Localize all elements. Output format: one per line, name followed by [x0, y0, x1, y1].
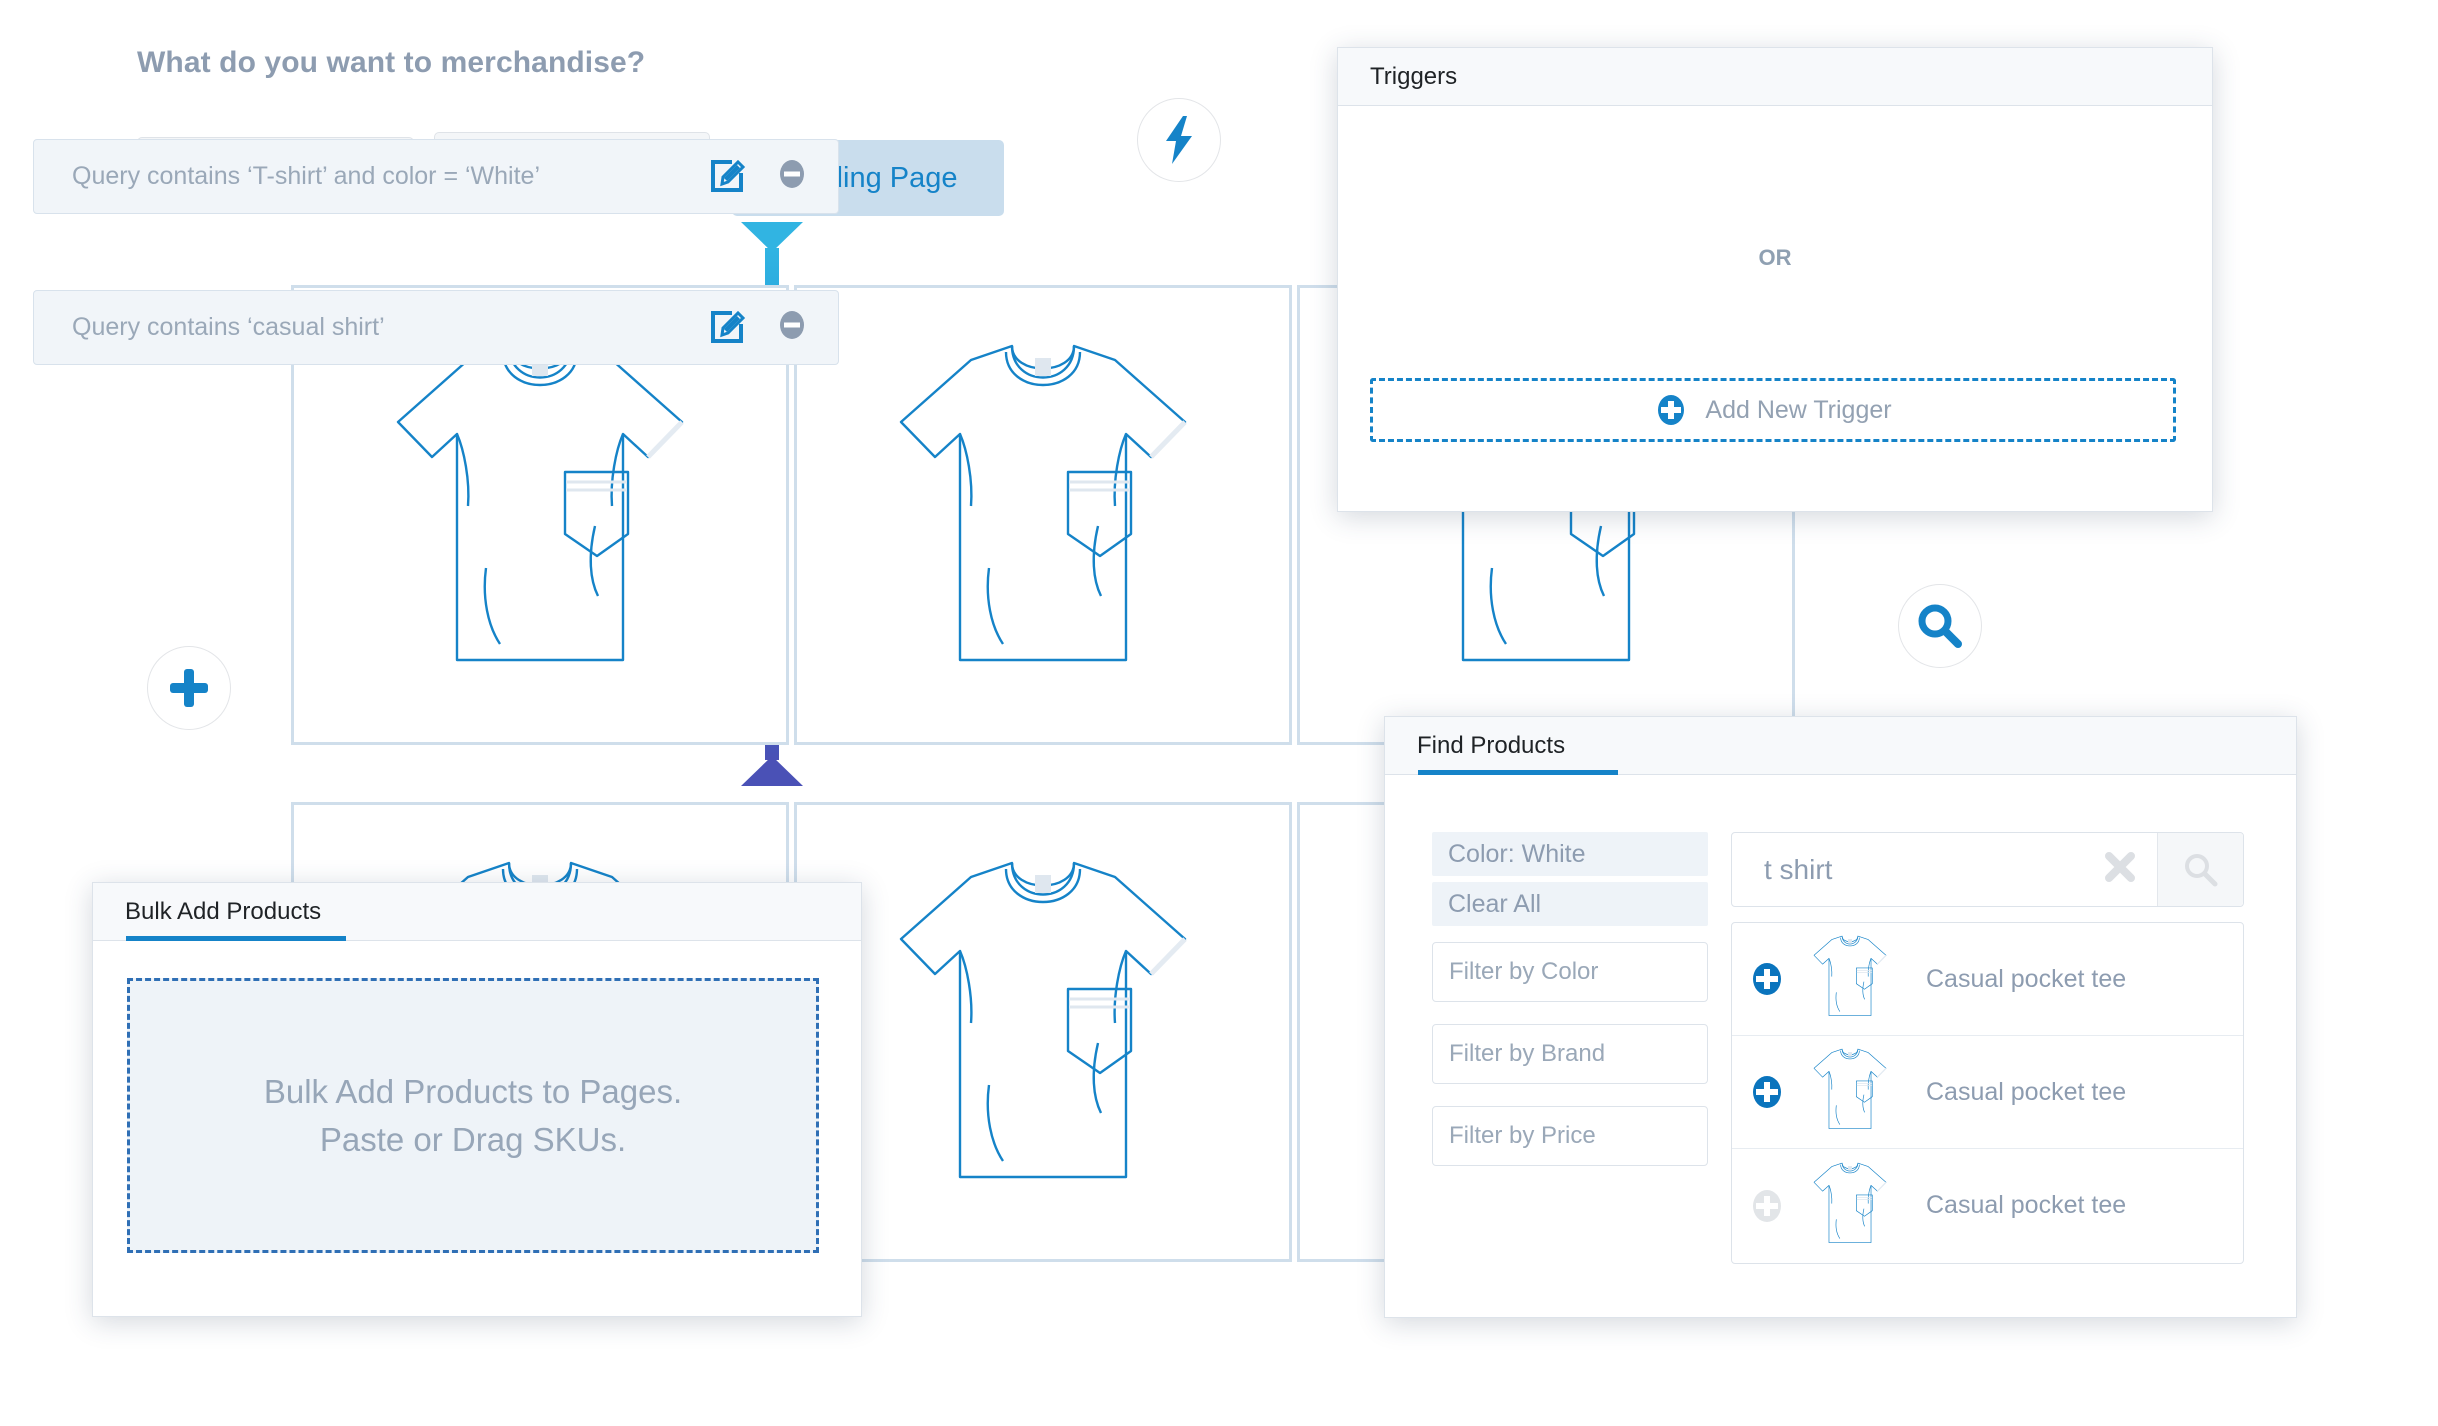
lightning-bolt-icon — [1166, 116, 1192, 164]
product-thumbnail — [1802, 1045, 1898, 1139]
pocket-tee-illustration — [396, 344, 684, 662]
pocket-tee-illustration — [1813, 1048, 1887, 1130]
pocket-tee-illustration — [899, 344, 1187, 662]
tab-bulk-add-products[interactable]: Bulk Add Products — [125, 883, 321, 941]
trigger-operator-label: OR — [1758, 245, 1792, 270]
edit-icon[interactable] — [710, 155, 748, 198]
active-filter-chip-label: Color: White — [1448, 839, 1586, 868]
product-thumbnail — [1802, 1159, 1898, 1253]
edit-icon[interactable] — [710, 306, 748, 349]
tab-active-underline — [1418, 770, 1618, 775]
find-panel-header: Find Products — [1385, 717, 2296, 775]
product-thumbnail — [1802, 932, 1898, 1026]
plus-circle-icon — [1658, 395, 1685, 425]
product-search-field[interactable]: t shirt — [1731, 832, 2244, 907]
filter-by-price-placeholder: Filter by Price — [1449, 1122, 1596, 1149]
tab-active-underline — [126, 936, 346, 941]
trigger-condition-text: Query contains ‘casual shirt’ — [72, 313, 385, 341]
clear-all-filters-button[interactable]: Clear All — [1432, 882, 1708, 926]
product-name: Casual pocket tee — [1926, 1077, 2127, 1106]
add-new-trigger-label: Add New Trigger — [1705, 395, 1892, 424]
add-page-button[interactable] — [147, 646, 231, 730]
clear-all-label: Clear All — [1448, 889, 1542, 918]
search-icon — [2184, 853, 2217, 886]
pocket-tee-illustration — [1813, 1162, 1887, 1243]
filter-by-color-input[interactable]: Filter by Color — [1432, 942, 1708, 1002]
pocket-tee-illustration — [899, 861, 1187, 1179]
remove-icon[interactable] — [776, 309, 808, 346]
triggers-panel: Triggers — [1337, 47, 2213, 512]
filter-by-brand-input[interactable]: Filter by Brand — [1432, 1024, 1708, 1084]
add-product-button[interactable] — [1732, 1074, 1802, 1110]
product-name: Casual pocket tee — [1926, 1191, 2127, 1219]
product-card[interactable] — [794, 802, 1292, 1262]
filter-by-color-placeholder: Filter by Color — [1449, 958, 1599, 985]
add-product-button-disabled — [1732, 1188, 1802, 1224]
close-icon[interactable] — [2103, 850, 2137, 889]
list-item[interactable]: Casual pocket tee — [1732, 1036, 2243, 1149]
product-search-value: t shirt — [1764, 853, 1833, 885]
canvas: What do you want to merchandise? Search … — [0, 0, 2438, 1426]
plus-circle-icon — [1753, 963, 1781, 995]
trigger-row[interactable]: Query contains ‘T-shirt’ and color = ‘Wh… — [33, 139, 839, 214]
tab-triggers[interactable]: Triggers — [1370, 48, 1457, 106]
bulk-dropzone-line-2: Paste or Drag SKUs. — [319, 1120, 627, 1158]
triggers-bolt-button[interactable] — [1137, 98, 1221, 182]
bulk-add-dropzone[interactable]: Bulk Add Products to Pages. Paste or Dra… — [127, 978, 819, 1253]
plus-circle-icon — [1753, 1076, 1781, 1108]
trigger-row[interactable]: Query contains ‘casual shirt’ — [33, 290, 839, 365]
product-results-list[interactable]: Casual pocket tee Casual pocket tee Casu… — [1731, 922, 2244, 1264]
bulk-panel-header: Bulk Add Products — [93, 883, 861, 941]
tab-find-products[interactable]: Find Products — [1417, 717, 1565, 775]
trigger-condition-text: Query contains ‘T-shirt’ and color = ‘Wh… — [72, 162, 541, 190]
add-new-trigger-button[interactable]: Add New Trigger — [1370, 378, 2176, 442]
list-item[interactable]: Casual pocket tee — [1732, 1149, 2243, 1262]
search-icon — [1918, 604, 1962, 648]
plus-circle-icon — [1753, 1189, 1781, 1222]
triggers-panel-header: Triggers — [1338, 48, 2212, 106]
product-card[interactable] — [794, 285, 1292, 745]
pocket-tee-illustration — [1813, 935, 1887, 1017]
active-filter-chip-color[interactable]: Color: White — [1432, 832, 1708, 876]
remove-icon[interactable] — [776, 158, 808, 195]
list-item[interactable]: Casual pocket tee — [1732, 923, 2243, 1036]
add-product-button[interactable] — [1732, 961, 1802, 997]
product-name: Casual pocket tee — [1926, 964, 2127, 993]
plus-icon — [170, 669, 208, 707]
bulk-dropzone-line-1: Bulk Add Products to Pages. — [263, 1072, 683, 1110]
page-title: What do you want to merchandise? — [137, 46, 646, 79]
find-products-search-button[interactable] — [1898, 584, 1982, 668]
filter-by-price-input[interactable]: Filter by Price — [1432, 1106, 1708, 1166]
product-search-submit-button[interactable] — [2157, 833, 2243, 906]
filter-by-brand-placeholder: Filter by Brand — [1449, 1040, 1606, 1067]
